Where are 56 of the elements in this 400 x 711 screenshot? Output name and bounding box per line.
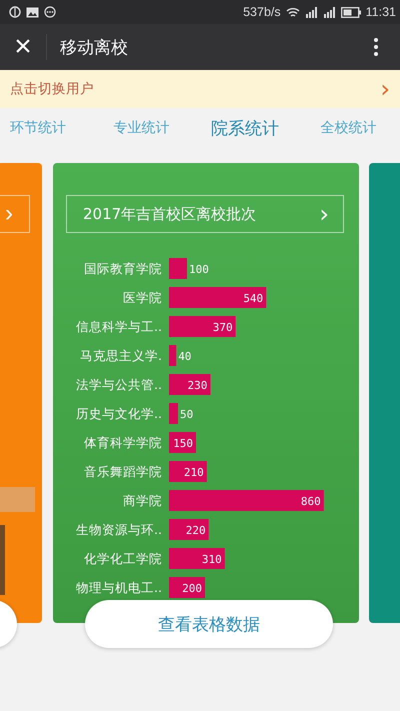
category-label: 化学化工学院 xyxy=(84,551,162,566)
value-label: 40 xyxy=(178,350,192,363)
wifi-icon xyxy=(286,6,300,18)
view-table-button[interactable]: 查看表格数据 xyxy=(85,600,333,648)
category-label: 历史与文化学.. xyxy=(76,406,162,421)
card-header-button[interactable]: 2017年吉首校区离校批次 › xyxy=(66,195,344,233)
page-title: 移动离校 xyxy=(60,36,128,58)
value-label: 310 xyxy=(202,553,222,566)
bar xyxy=(169,519,209,540)
bar xyxy=(0,487,35,512)
value-label: 150 xyxy=(173,437,193,450)
value-label: 50 xyxy=(180,408,194,421)
category-label: 国际教育学院 xyxy=(84,261,162,276)
bar xyxy=(169,548,225,569)
bar xyxy=(169,403,178,424)
card-header-button[interactable]: › xyxy=(0,195,30,233)
signal-icon xyxy=(304,6,318,18)
image-icon xyxy=(26,6,39,18)
clock: 11:31 xyxy=(366,5,396,19)
category-label: 生物资源与环.. xyxy=(76,522,162,537)
value-label: 100 xyxy=(189,263,209,276)
switch-user-link[interactable]: 点击切换用户 xyxy=(10,80,94,98)
battery-icon xyxy=(340,6,361,18)
tab[interactable]: 环节统计 xyxy=(0,119,90,137)
bar xyxy=(169,345,176,366)
menu-icon[interactable] xyxy=(373,37,379,57)
category-label: 马克思主义学. xyxy=(80,348,162,363)
category-label: 医学院 xyxy=(123,290,162,305)
value-label: 210 xyxy=(184,466,204,479)
value-label: 370 xyxy=(212,321,233,334)
category-label: 法学与公共管.. xyxy=(76,377,162,392)
signal-icon xyxy=(322,6,336,18)
category-label: 音乐舞蹈学院 xyxy=(84,464,162,479)
tab[interactable]: 全校统计 xyxy=(296,119,400,137)
category-label: 商学院 xyxy=(123,493,162,508)
value-label: 200 xyxy=(182,582,202,595)
more-circle-icon xyxy=(44,6,56,18)
tab[interactable]: 院系统计 xyxy=(193,116,296,140)
tab[interactable]: 专业统计 xyxy=(90,119,193,137)
bar xyxy=(169,316,236,337)
bar xyxy=(169,432,196,453)
switch-user-banner[interactable]: 点击切换用户 › xyxy=(0,70,400,108)
value-label: 860 xyxy=(300,495,321,508)
category-label: 物理与机电工.. xyxy=(76,580,162,595)
category-label: 体育科学学院 xyxy=(84,435,162,450)
value-label: 540 xyxy=(243,292,264,305)
value-label: 220 xyxy=(186,524,206,537)
value-label: 230 xyxy=(188,379,208,392)
bar xyxy=(169,374,210,395)
chevron-icon: › xyxy=(380,77,390,101)
network-speed: 537b/s xyxy=(243,5,281,19)
bar xyxy=(169,258,187,279)
bar xyxy=(169,461,207,482)
category-label: 信息科学与工.. xyxy=(76,319,162,334)
close-button[interactable]: × xyxy=(0,32,46,62)
bar xyxy=(169,577,205,598)
